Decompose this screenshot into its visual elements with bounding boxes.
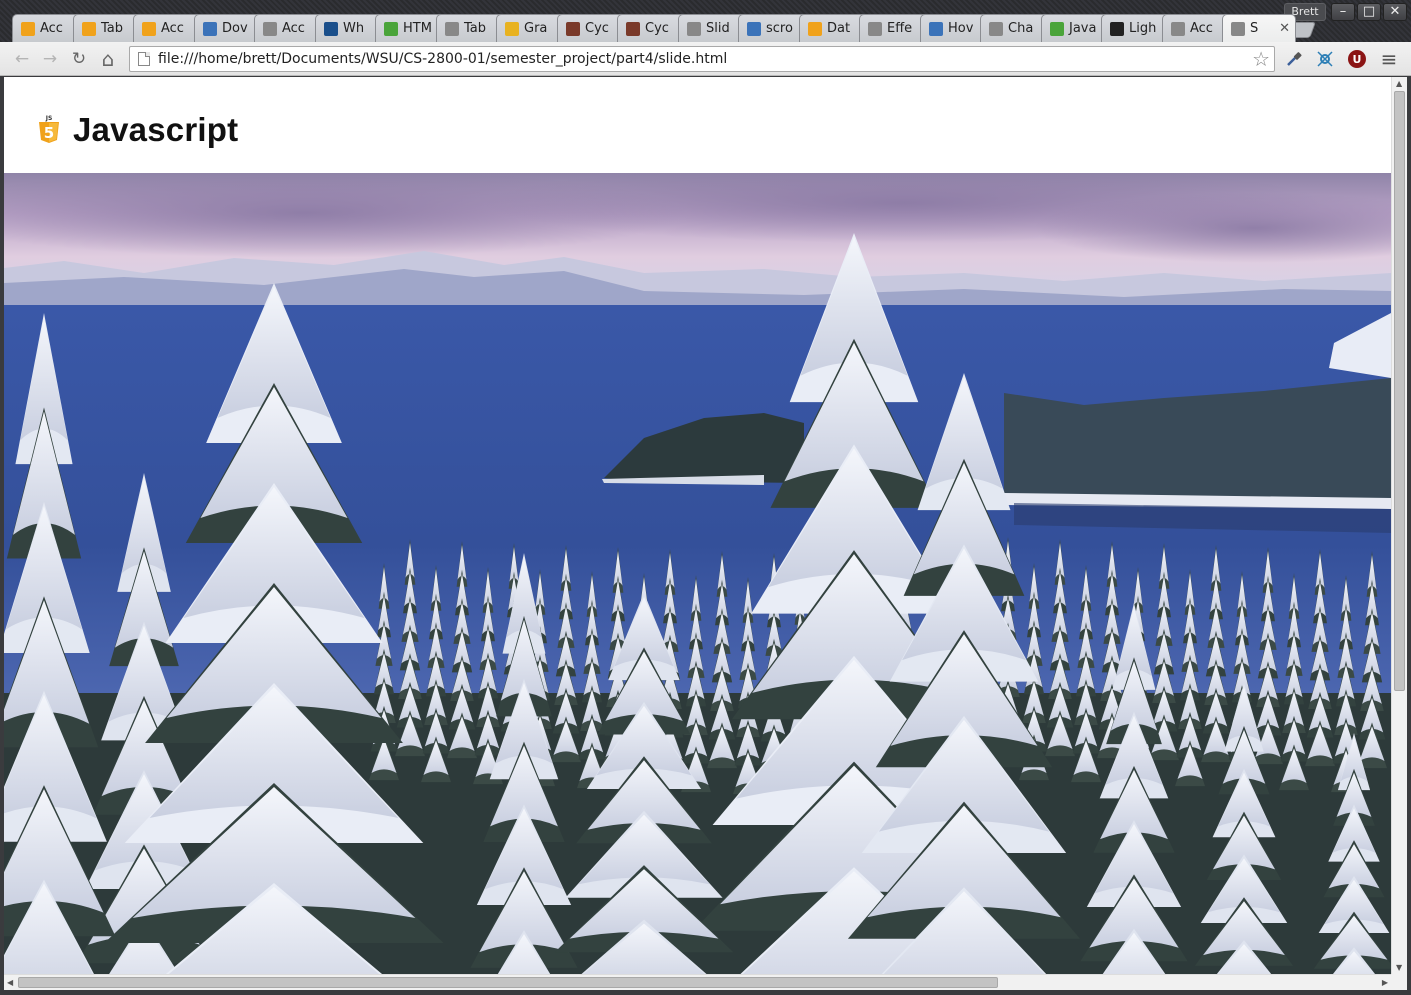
tab-label: Hov [947,21,973,36]
title-bar: Acc Tab Acc Dov Acc Wh HTM Tab Gra Cyc Cyc Slid scro… [0,0,1411,42]
green-w3-icon [1049,21,1064,36]
tab-label: S [1250,21,1259,36]
tab-strip: Acc Tab Acc Dov Acc Wh HTM Tab Gra Cyc Cyc Slid scro… [12,14,1312,42]
forward-arrow-icon: → [42,49,58,69]
tab-label: Java [1068,21,1096,36]
tab-label: scro [766,21,793,36]
blue-swirl-icon [747,21,761,36]
orange-shield-icon [142,21,156,36]
close-window-button[interactable]: ✕ [1383,3,1407,21]
tab-label: Cha [1008,21,1034,36]
ublock-badge: U [1348,50,1366,68]
tab-label: Acc [282,21,305,36]
arrow-icon [928,21,943,36]
minimize-button[interactable]: – [1331,3,1355,21]
tab-label: Wh [342,21,364,36]
tab-label: Acc [161,21,184,36]
tab-label: HTM [403,21,432,36]
address-bar[interactable]: file:///home/brett/Documents/WSU/CS-2800… [129,46,1275,72]
logo-digit: 5 [44,124,54,142]
tab-label: Slid [705,21,730,36]
chrome-menu-button[interactable]: ≡ [1379,47,1399,71]
menu-icon: ≡ [1380,47,1398,71]
bookmark-star-icon[interactable]: ☆ [1252,47,1270,71]
browser-window: Acc Tab Acc Dov Acc Wh HTM Tab Gra Cyc Cyc Slid scro… [0,0,1411,995]
back-button[interactable]: ← [10,47,34,71]
tab-label: Cyc [584,21,609,36]
scroll-right-arrow-icon[interactable]: ▶ [1382,978,1388,987]
orange-shield-icon [81,21,96,36]
tab-label: Acc [40,21,63,36]
url-text[interactable]: file:///home/brett/Documents/WSU/CS-2800… [158,51,727,67]
maximize-button[interactable]: □ [1357,3,1381,21]
slide-image [4,173,1391,974]
tab-label: Effe [887,21,913,36]
tab-label: Dat [826,21,850,36]
home-button[interactable]: ⌂ [96,47,120,71]
letter-l-icon [1110,21,1124,36]
green-w3-icon [384,21,398,36]
tab-label: Acc [1189,21,1213,36]
page-header: JS 5 Javascript [4,77,1391,173]
logo-text: JS [45,115,53,122]
tab-label: Ligh [1129,21,1157,36]
home-icon: ⌂ [101,47,115,71]
scroll-down-arrow-icon[interactable]: ▼ [1396,963,1402,972]
scroll-up-arrow-icon[interactable]: ▲ [1396,79,1402,88]
tab-label: Tab [100,21,123,36]
photo-icon [565,21,580,36]
blue-swirl-icon [202,21,217,36]
html5-logo-icon: JS 5 [39,115,59,143]
tab-label: Cyc [645,21,669,36]
page-icon [1231,21,1245,36]
network-extension-icon[interactable] [1315,49,1335,69]
vertical-scroll-thumb[interactable] [1394,91,1405,691]
forward-button[interactable]: → [38,47,62,71]
page-icon [989,21,1003,36]
page-icon [444,21,459,36]
reload-icon: ↻ [71,49,87,69]
toolbar: ← → ↻ ⌂ file:///home/brett/Documents/WSU… [0,42,1411,76]
page-title: Javascript [73,111,239,148]
page-icon [1170,21,1185,36]
scroll-corner [1391,974,1407,990]
eyedropper-extension-icon[interactable] [1284,49,1304,69]
page-viewport: JS 5 Javascript [4,77,1391,974]
orange-shield-icon [807,21,822,36]
page-icon [138,52,150,66]
ublock-extension-icon[interactable]: U [1347,49,1367,69]
page-icon [263,21,277,36]
yellow-star-icon [505,21,519,36]
reload-button[interactable]: ↻ [67,47,91,71]
back-arrow-icon: ← [14,49,30,69]
tab-label: Dov [221,21,248,36]
tab-close-icon[interactable]: ✕ [1279,21,1290,36]
photo-icon [626,21,640,36]
orange-shield-icon [21,21,35,36]
scroll-left-arrow-icon[interactable]: ◀ [7,978,13,987]
page-icon [686,21,701,36]
tab-label: Tab [463,21,486,36]
horizontal-scroll-thumb[interactable] [18,977,998,988]
tab-label: Gra [524,21,548,36]
w3-icon [323,21,338,36]
browser-tab[interactable]: S ✕ [1222,14,1296,42]
vertical-scrollbar[interactable]: ▲ ▼ [1391,77,1407,974]
page-icon [868,21,882,36]
horizontal-scrollbar[interactable]: ◀ ▶ [4,974,1391,990]
